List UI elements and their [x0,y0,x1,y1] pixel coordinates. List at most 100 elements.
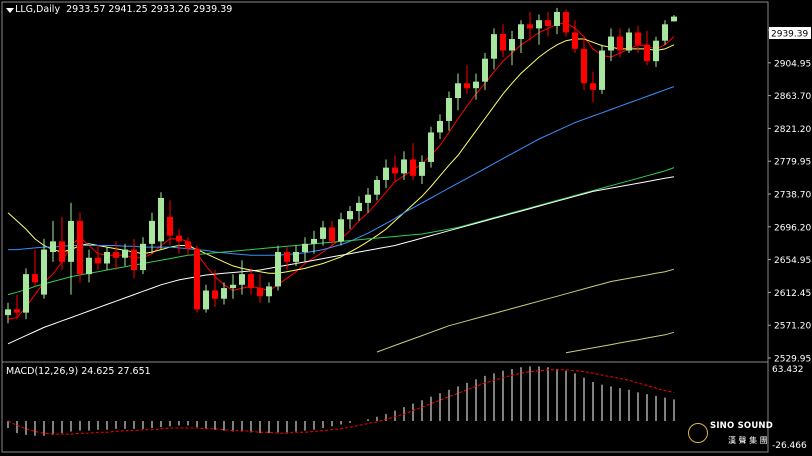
candle [131,238,137,279]
candle-body [275,252,281,287]
candle-body [194,248,200,310]
candle [518,20,524,53]
candle [563,9,569,37]
candle-body [500,34,506,51]
candle-body [131,249,137,271]
candle-body [14,309,20,313]
candle [311,230,317,254]
ma-yellow-long-line [376,268,675,353]
candle [329,220,335,248]
candle [401,151,407,180]
candle [527,12,533,41]
candle [338,212,344,246]
candle-body [671,16,677,22]
logo-subtitle: 漢 聲 集 團 [728,436,768,445]
candle [194,245,200,313]
price-tick-label: 2904.95 [774,59,811,69]
candle [410,143,416,180]
candle [230,274,236,299]
candle-body [590,83,596,90]
candle [86,249,92,283]
candle [536,14,542,45]
ohlc-values: 2933.57 2941.25 2933.26 2939.39 [66,4,233,15]
candle-body [266,286,272,297]
candle-body [527,24,533,29]
candle [203,284,209,313]
candle-body [320,227,326,239]
candle-body [185,241,191,249]
candle-body [581,48,587,84]
candle-body [383,167,389,180]
candle [545,12,551,37]
moving-averages [7,22,675,354]
candle-body [5,309,11,316]
candle-body [608,36,614,51]
candle-body [563,12,569,33]
candle [347,206,353,230]
candle [275,245,281,291]
price-tick-label: 2863.70 [774,92,811,102]
candle-body [464,83,470,89]
candle-body [401,159,407,174]
candle-body [311,238,317,244]
candle [626,28,632,53]
candle-body [221,288,227,299]
candle-body [455,83,461,99]
candle [302,237,308,262]
candle [455,73,461,111]
candle [41,238,47,299]
candle-body [410,159,416,176]
candle [32,249,38,287]
candle-body [230,284,236,289]
candle-body [491,34,497,59]
candle [590,71,596,103]
candle-body [482,58,488,82]
candle [446,91,452,131]
candle-body [203,290,209,310]
candle-body [392,167,398,174]
macd-label: MACD(12,26,9) [6,366,79,377]
candle-body [626,32,632,51]
candle [239,260,245,295]
candle-body [437,120,443,133]
candle-body [77,220,83,275]
candle-body [635,32,641,45]
candle-body [248,274,254,289]
symbol-label: LLG,Daily [15,4,61,15]
candle [419,155,425,185]
candle [671,15,677,22]
candle [212,270,218,307]
candle-body [23,274,29,313]
candle [662,20,668,45]
candle-body [662,24,668,41]
candle [104,247,110,271]
candle-body [653,40,659,62]
candle [158,192,164,250]
candle [581,36,587,90]
candle [500,24,506,58]
price-tick-label: 2612.45 [774,289,811,299]
candle-body [59,241,65,262]
candle-body [536,20,542,29]
candle-body [473,81,479,89]
candle-body [113,252,119,258]
candle [509,30,515,66]
candle [473,73,479,100]
candle [284,247,290,271]
candle [122,243,128,266]
candle-body [572,32,578,49]
candle [95,245,101,271]
candle-body [338,219,344,242]
candle [77,212,83,283]
candle-body [293,252,299,262]
candle-body [239,274,245,285]
candle-body [644,44,650,62]
price-tick-label: 2779.95 [774,158,811,168]
candle [392,155,398,182]
logo-name: SINO SOUND [710,421,774,431]
candle-body [41,249,47,295]
candle-body [149,220,155,244]
brand-logo: SINO SOUND 漢 聲 集 團 [688,417,806,451]
candle-body [68,220,74,262]
candle [50,220,56,262]
